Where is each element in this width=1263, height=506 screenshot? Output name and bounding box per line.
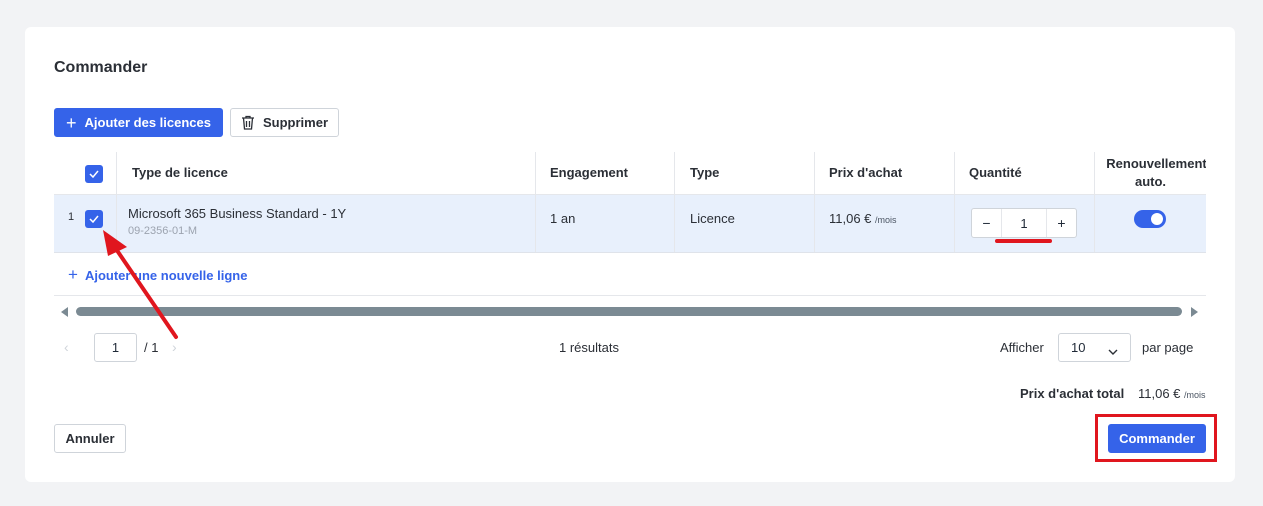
column-divider: [674, 152, 675, 252]
type-value: Licence: [690, 211, 735, 226]
show-label: Afficher: [1000, 340, 1044, 355]
divider: [54, 295, 1206, 296]
total-amount: 11,06 €: [1138, 386, 1181, 401]
license-sku: 09-2356-01-M: [128, 225, 198, 237]
table-header-row: Type de licence Engagement Type Prix d'a…: [54, 150, 1206, 195]
check-icon: [89, 215, 99, 223]
page-number-input[interactable]: 1: [94, 333, 137, 362]
select-all-checkbox[interactable]: [85, 165, 103, 183]
header-license-type: Type de licence: [132, 165, 228, 180]
add-line-label: Ajouter une nouvelle ligne: [84, 267, 248, 283]
column-divider: [535, 152, 536, 252]
prev-page-icon[interactable]: ‹: [64, 339, 69, 355]
column-divider: [1094, 152, 1095, 252]
plus-icon: +: [66, 112, 77, 133]
header-engagement: Engagement: [550, 165, 629, 180]
horizontal-scrollbar[interactable]: [76, 307, 1182, 316]
decrement-button[interactable]: −: [972, 209, 1002, 237]
per-page-label: par page: [1142, 340, 1194, 355]
order-button-annotation-box: [1095, 414, 1217, 462]
header-type: Type: [690, 165, 720, 180]
column-divider: [814, 152, 815, 252]
table-row[interactable]: 1 Microsoft 365 Business Standard - 1Y 0…: [54, 195, 1206, 253]
price-unit: /mois: [875, 215, 897, 225]
auto-renew-toggle[interactable]: [1134, 210, 1166, 228]
header-quantity: Quantité: [969, 165, 1022, 180]
page-size-select[interactable]: 10: [1058, 333, 1131, 362]
next-page-icon[interactable]: ›: [172, 339, 177, 355]
header-price: Prix d'achat: [829, 165, 903, 180]
price-amount: 11,06 €: [829, 211, 872, 226]
order-card: [25, 27, 1235, 482]
results-count: 1 résultats: [559, 340, 619, 355]
delete-label: Supprimer: [262, 115, 328, 130]
row-checkbox[interactable]: [85, 210, 103, 228]
scroll-left-arrow-icon[interactable]: [61, 307, 68, 317]
chevron-down-icon: [1108, 343, 1118, 358]
header-auto-renew-line1: Renouvellement: [1106, 155, 1206, 171]
quantity-stepper[interactable]: − 1 +: [971, 208, 1077, 238]
total-value: 11,06 € /mois: [1138, 386, 1206, 401]
scroll-right-arrow-icon[interactable]: [1191, 307, 1198, 317]
trash-icon: [241, 115, 255, 130]
header-auto-renew-line2: auto.: [1134, 173, 1167, 189]
price-value: 11,06 € /mois: [829, 211, 897, 226]
page-title: Commander: [54, 59, 148, 76]
total-label: Prix d'achat total: [1020, 386, 1125, 401]
check-icon: [89, 170, 99, 178]
total-unit: /mois: [1184, 390, 1206, 400]
increment-button[interactable]: +: [1046, 209, 1076, 237]
row-index: 1: [68, 211, 75, 223]
cancel-button[interactable]: Annuler: [54, 424, 126, 453]
quantity-annotation-underline: [995, 239, 1052, 243]
header-auto-renew: Renouvellement auto.: [1095, 150, 1206, 195]
total-pages: / 1: [144, 340, 159, 355]
engagement-value: 1 an: [550, 211, 576, 226]
delete-button[interactable]: Supprimer: [230, 108, 339, 137]
quantity-input[interactable]: 1: [1002, 209, 1046, 237]
column-divider: [954, 152, 955, 252]
page-size-value: 10: [1071, 340, 1086, 355]
plus-icon: +: [68, 265, 78, 284]
add-line-link[interactable]: + Ajouter une nouvelle ligne: [68, 265, 247, 285]
add-licenses-button[interactable]: + Ajouter des licences: [54, 108, 223, 137]
column-divider: [116, 152, 117, 252]
add-licenses-label: Ajouter des licences: [84, 115, 211, 130]
license-name: Microsoft 365 Business Standard - 1Y: [128, 206, 347, 221]
